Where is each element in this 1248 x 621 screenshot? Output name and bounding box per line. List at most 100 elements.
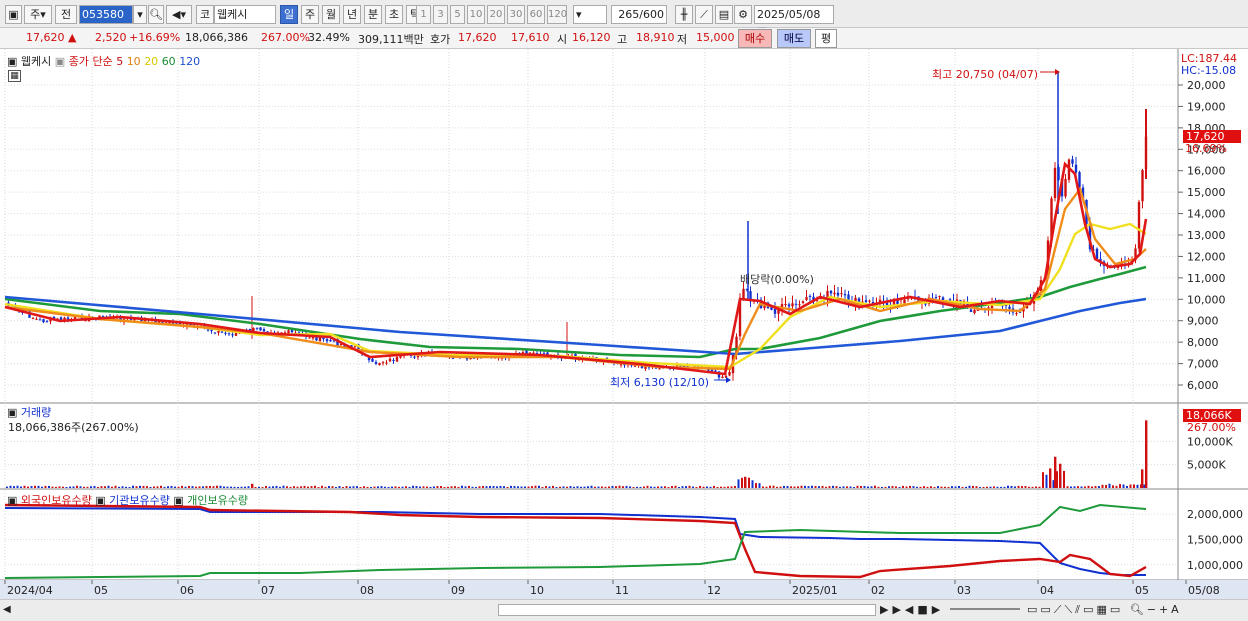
volume-bar [517, 486, 519, 488]
interval-button[interactable]: 60 [527, 5, 545, 24]
speaker-icon[interactable]: ◀▾ [166, 5, 192, 24]
sell-button[interactable]: 매도 [777, 29, 811, 48]
volume-bar [429, 486, 432, 488]
legend-marker-icon: ▣ [7, 494, 18, 507]
count-field[interactable]: 265/600 [611, 5, 667, 24]
volume-bar [125, 486, 127, 488]
legend-close: 종가 [68, 55, 89, 68]
candle-type-icon[interactable]: ╫ [675, 5, 693, 24]
x-tick-label: 04 [1040, 584, 1054, 597]
chart-svg[interactable]: 20,00019,00018,00017,00016,00015,00014,0… [0, 49, 1248, 599]
tools-icon[interactable]: ⟋ [695, 5, 713, 24]
candle-body [35, 318, 38, 320]
scroll-thumb[interactable] [498, 604, 876, 616]
candle-body [262, 329, 266, 332]
volume-bar [27, 486, 29, 488]
interval-button[interactable]: 3 [433, 5, 448, 24]
volume-bar [692, 486, 694, 488]
code-input[interactable]: 053580 [79, 5, 133, 24]
interval-button[interactable]: 20 [487, 5, 505, 24]
volume-bar [916, 486, 918, 488]
volume-bar [142, 485, 145, 488]
layout-icon[interactable]: ▣ [5, 5, 22, 24]
volume-bar [604, 486, 607, 488]
eval-button[interactable]: 평 [815, 29, 837, 48]
volume-bar [58, 486, 61, 488]
interval-button[interactable]: 10 [467, 5, 485, 24]
chart-tools[interactable]: ▭▭⟋⟍⫽▭▦▭ 🔍︎−+A [1027, 603, 1182, 617]
volume-bar [636, 486, 638, 488]
interval-button[interactable]: 1 [416, 5, 431, 24]
market-select[interactable]: 주▾ [24, 5, 52, 24]
candle-body [381, 362, 385, 364]
candle-body [1137, 202, 1141, 249]
volume-bar [338, 486, 341, 488]
volume-bar [188, 485, 190, 488]
volume-bar [958, 485, 960, 488]
volume-ratio: 267.00% [261, 31, 310, 44]
legend-ma20: 20 [144, 55, 159, 68]
buy-button[interactable]: 매수 [738, 29, 772, 48]
zoom-slider[interactable] [950, 608, 1020, 610]
volume-bar [286, 486, 288, 488]
candle-body [227, 333, 231, 335]
exdiv-annot: 배당락(0.00%) [740, 273, 814, 286]
legend-simple: 단순 [92, 55, 113, 68]
volume-bar [265, 485, 267, 488]
candle-body [259, 327, 262, 331]
candle-body [773, 308, 777, 314]
period-tab[interactable]: 년 [343, 5, 361, 24]
period-tab[interactable]: 초 [385, 5, 403, 24]
volume-bar [846, 486, 848, 488]
interval-button[interactable]: 30 [507, 5, 525, 24]
candle-body [395, 356, 399, 362]
volume-bar [100, 486, 103, 488]
search-icon[interactable]: 🔍︎ [148, 5, 164, 24]
volume-bar [685, 486, 687, 488]
candle-body [73, 317, 77, 319]
scroll-bar[interactable]: ◀ ▶▶◀■▶ ▭▭⟋⟍⫽▭▦▭ 🔍︎−+A [0, 599, 1248, 621]
volume-bar [244, 486, 246, 488]
interval-select[interactable]: ▾ [573, 5, 607, 24]
date-field[interactable]: 2025/05/08 ▦ [754, 5, 834, 38]
stock-name-field[interactable]: 웹케시 [214, 5, 276, 24]
period-tab[interactable]: 월 [322, 5, 340, 24]
playback-controls[interactable]: ▶▶◀■▶ [880, 603, 944, 616]
interval-button[interactable]: 5 [450, 5, 465, 24]
all-button[interactable]: 전 [55, 5, 77, 24]
volume-bar [902, 485, 904, 488]
volume-bar [986, 486, 988, 488]
volume-bar [132, 485, 134, 488]
volume-bar [1077, 486, 1079, 488]
volume-bar [1035, 486, 1037, 488]
period-tab[interactable]: 일 [280, 5, 298, 24]
legend-marker-icon: ▣ [54, 55, 66, 68]
bid-price: 17,610 [511, 31, 550, 44]
volume-bar [177, 486, 180, 488]
volume-bar [163, 486, 166, 488]
volume-bar [671, 485, 673, 488]
volume-bar [419, 486, 421, 488]
grid-icon[interactable]: ▦ [8, 70, 21, 82]
volume-bar [352, 486, 355, 488]
volume-bar [275, 485, 278, 488]
volume-bar [867, 486, 869, 488]
period-tab[interactable]: 주 [301, 5, 319, 24]
volume-bar [1021, 486, 1023, 488]
volume-bar [968, 485, 971, 488]
chevron-down-icon[interactable]: ▾ [133, 5, 147, 24]
candle-body [1064, 178, 1067, 197]
volume-bar [825, 486, 827, 488]
volume-bar [48, 485, 50, 488]
scroll-left-icon[interactable]: ◀ [3, 604, 11, 615]
volume-bar [727, 486, 729, 488]
candle-body [843, 294, 847, 296]
legend-ma5: 5 [116, 55, 124, 68]
save-icon[interactable]: ▤ [715, 5, 733, 24]
period-tab[interactable]: 분 [364, 5, 382, 24]
gear-icon[interactable]: ⚙ [734, 5, 752, 24]
y-tick-label: 11,000 [1187, 272, 1226, 285]
chart-area[interactable]: 20,000 19,000 18,000 17,000 16,000 15,000 14,0… [0, 49, 1248, 599]
interval-button[interactable]: 120 [547, 5, 567, 24]
volume-bar [930, 486, 932, 488]
